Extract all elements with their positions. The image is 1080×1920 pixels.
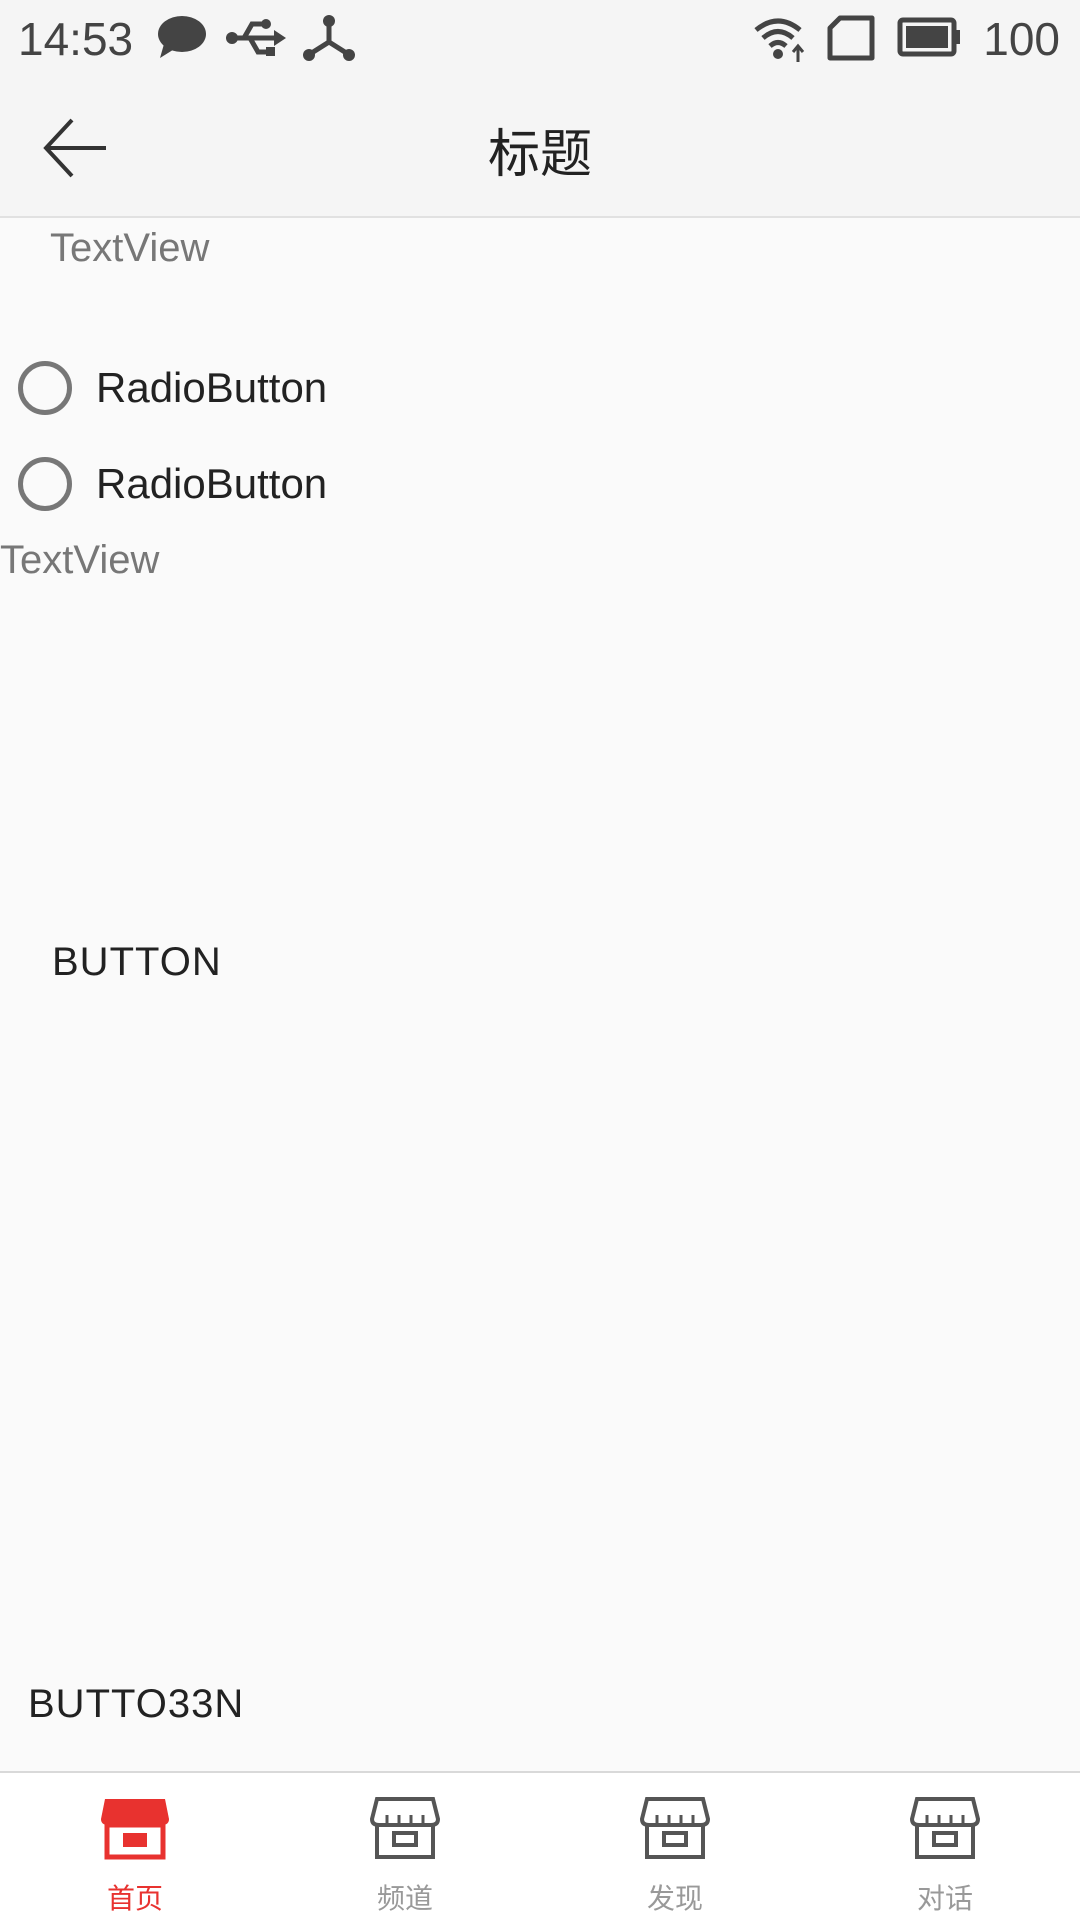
battery-icon: [897, 17, 960, 57]
button[interactable]: BUTTO33N: [28, 1682, 244, 1727]
radio-label: RadioButton: [96, 460, 328, 507]
radio-button-1[interactable]: RadioButton: [18, 356, 327, 420]
radio-circle[interactable]: [18, 361, 72, 415]
nav-label: 频道: [376, 1882, 433, 1915]
share-hub-icon: [303, 15, 355, 61]
radio-label: RadioButton: [96, 364, 328, 411]
status-time: 14:53: [18, 13, 134, 65]
nav-item-channel[interactable]: 频道: [270, 1773, 540, 1920]
battery-level: 100: [983, 13, 1060, 65]
chat-icon: [158, 16, 206, 58]
store-icon: [101, 1799, 169, 1860]
page-title: 标题: [487, 125, 592, 185]
store-icon: [639, 1797, 711, 1859]
store-icon: [909, 1797, 981, 1859]
wifi-icon: [754, 18, 805, 62]
bottom-nav: 首页 频道 发现 对话: [0, 1771, 1080, 1920]
nav-item-home[interactable]: 首页: [0, 1773, 270, 1920]
radio-circle[interactable]: [18, 457, 72, 511]
status-bar: 14:53 100: [0, 0, 1080, 76]
text-view: TextView: [50, 226, 210, 270]
usb-icon: [226, 19, 286, 56]
radio-button-2[interactable]: RadioButton: [18, 452, 327, 516]
button[interactable]: BUTTON: [52, 940, 222, 985]
nav-label: 发现: [646, 1882, 703, 1915]
title-bar: 标题: [0, 76, 1080, 218]
sim-icon: [827, 15, 875, 61]
store-icon: [369, 1797, 441, 1859]
nav-item-chat[interactable]: 对话: [810, 1773, 1080, 1920]
nav-label: 首页: [106, 1882, 163, 1915]
nav-item-discover[interactable]: 发现: [540, 1773, 810, 1920]
text-view: TextView: [0, 538, 160, 582]
nav-label: 对话: [916, 1882, 973, 1915]
